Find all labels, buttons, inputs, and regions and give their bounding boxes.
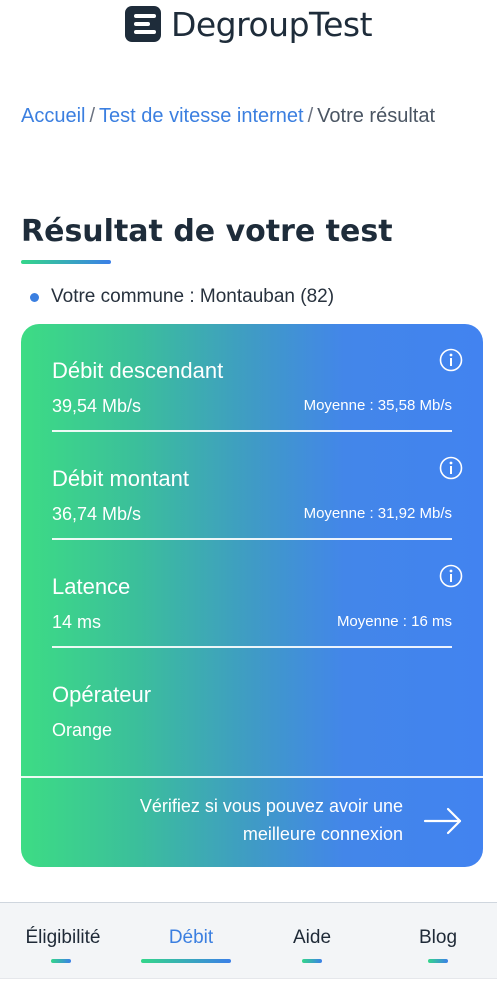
upload-value: 36,74 Mb/s [52,504,142,524]
cta-line-1[interactable]: Vérifiez si vous pouvez avoir une [140,792,403,820]
bullet-dot-icon [30,292,39,302]
degrouptest-logo-icon[interactable] [124,6,161,42]
latency-metric: Latence 14 ms Moyenne : 16 ms [52,574,452,650]
divider [52,430,452,432]
site-header: DegroupTest [0,0,497,48]
operator-metric: Opérateur Orange [52,682,452,752]
result-card: Débit descendant 39,54 Mb/s Moyenne : 35… [21,324,483,867]
logo-text[interactable]: DegroupTest [171,5,373,44]
upload-metric: Débit montant 36,74 Mb/s Moyenne : 31,92… [52,466,452,542]
page-title: Résultat de votre test [21,214,393,249]
nav-item-debit[interactable]: Débit [160,927,222,949]
download-average: Moyenne : 35,58 Mb/s [303,397,452,414]
nav-item-blog[interactable]: Blog [412,927,464,949]
cta-line-2[interactable]: meilleure connexion [140,820,403,848]
cta-text[interactable]: Vérifiez si vous pouvez avoir une meille… [140,792,403,848]
nav-indicator [302,959,322,963]
nav-active-indicator [141,959,231,963]
breadcrumb-separator: / [89,105,96,127]
check-eligibility-cta[interactable]: Vérifiez si vous pouvez avoir une meille… [21,776,483,867]
breadcrumb-speedtest-link[interactable]: Test de vitesse internet [99,105,304,127]
download-metric: Débit descendant 39,54 Mb/s Moyenne : 35… [52,358,452,434]
title-underline [21,260,111,264]
nav-item-aide[interactable]: Aide [286,927,338,949]
operator-value: Orange [52,720,113,740]
nav-indicator [428,959,448,963]
breadcrumb-separator: / [307,105,314,127]
latency-label: Latence [52,574,131,599]
operator-label: Opérateur [52,682,152,707]
latency-value: 14 ms [52,612,102,632]
breadcrumb-home-link[interactable]: Accueil [21,105,85,127]
nav-item-eligibilite[interactable]: Éligibilité [21,927,105,949]
bottom-strip [0,978,497,999]
bottom-navigation: Éligibilité Débit Aide Blog [0,902,497,978]
latency-average: Moyenne : 16 ms [336,613,452,630]
breadcrumb: Accueil / Test de vitesse internet / Votre r… [21,101,461,131]
divider [52,538,452,540]
nav-indicator [51,959,71,963]
commune-text: Votre commune : Montauban (82) [51,286,335,307]
download-label: Débit descendant [52,358,224,383]
divider [52,646,452,648]
breadcrumb-current: Votre résultat [317,105,436,127]
upload-average: Moyenne : 31,92 Mb/s [303,505,452,522]
upload-label: Débit montant [52,466,189,491]
arrow-right-icon[interactable] [423,806,463,836]
download-value: 39,54 Mb/s [52,396,142,416]
commune-line: Votre commune : Montauban (82) [30,286,334,308]
